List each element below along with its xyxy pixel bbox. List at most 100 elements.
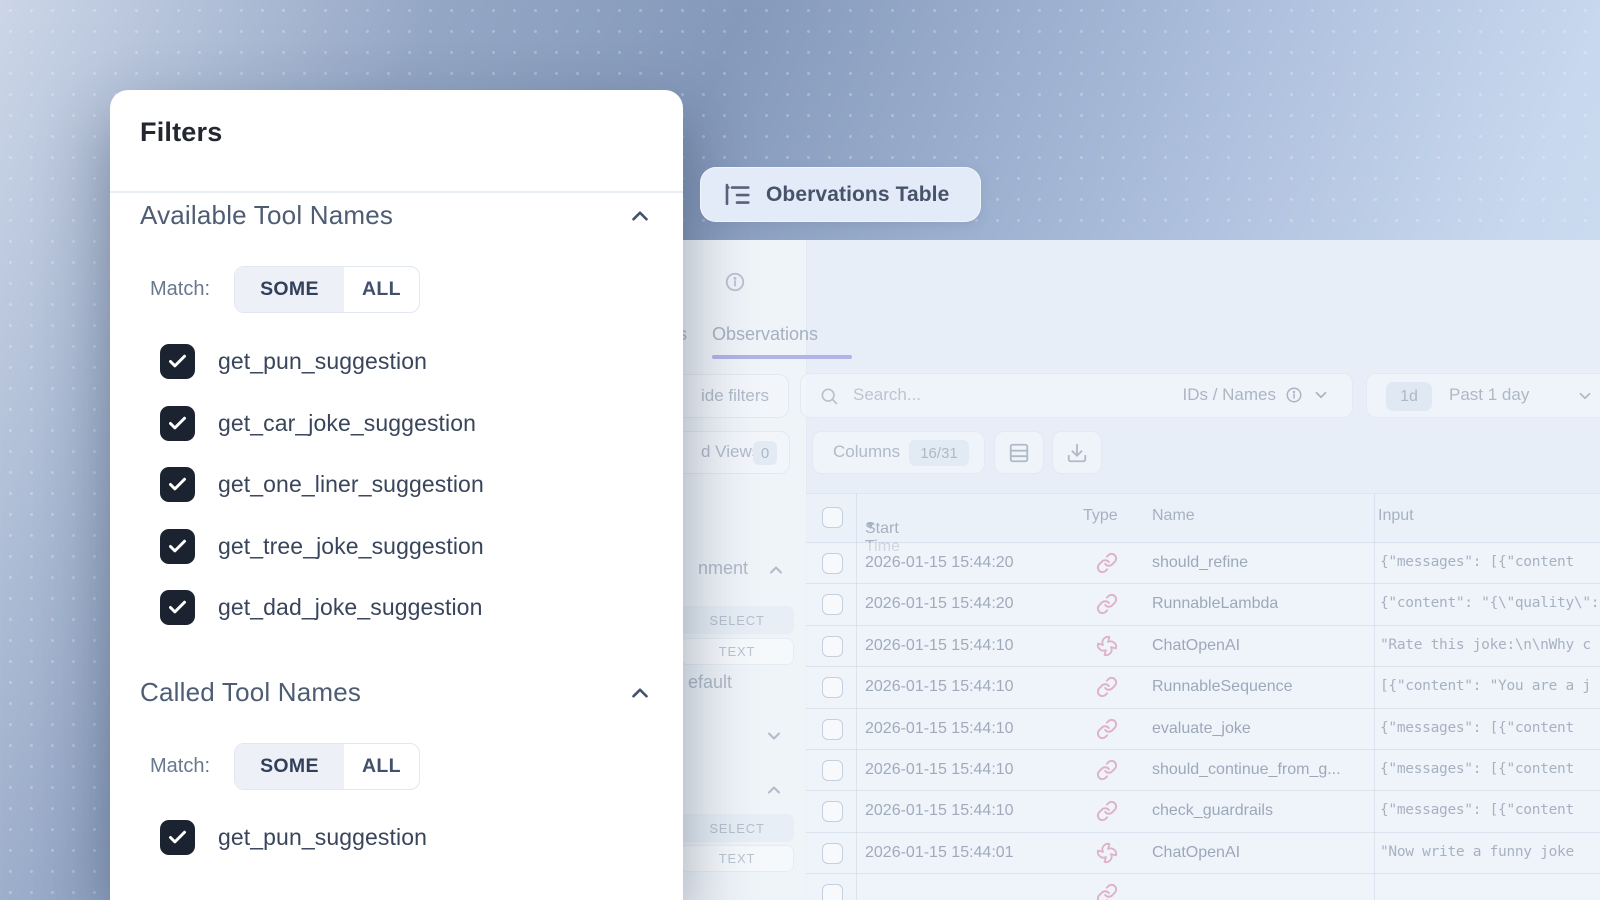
- row-checkbox[interactable]: [822, 594, 843, 615]
- tool-name-option[interactable]: get_car_joke_suggestion: [160, 406, 653, 441]
- row-checkbox[interactable]: [822, 553, 843, 574]
- checkbox-checked[interactable]: [160, 344, 195, 379]
- tool-name-list: get_pun_suggestion: [140, 820, 653, 855]
- observation-type-icon: [1096, 883, 1118, 900]
- check-icon: [167, 474, 188, 495]
- check-icon: [167, 827, 188, 848]
- sidebar-text-toggle[interactable]: TEXT: [680, 638, 794, 665]
- observation-type-icon: [1096, 635, 1118, 657]
- match-some-option[interactable]: SOME: [235, 267, 344, 312]
- cell-name: should_refine: [1152, 554, 1248, 572]
- observations-page: ng s Observations ide filters Search... …: [628, 240, 1600, 900]
- columns-button[interactable]: Columns 16/31: [812, 431, 985, 474]
- column-header-type[interactable]: Type: [1083, 507, 1118, 525]
- cell-start-time: 2026-01-15 15:44:01: [865, 844, 1014, 862]
- info-icon: [724, 271, 746, 293]
- table-row[interactable]: 2026-01-15 15:44:10 ChatOpenAI "Rate thi…: [806, 626, 1600, 667]
- filters-title: Filters: [140, 90, 653, 148]
- tool-name-label: get_one_liner_suggestion: [218, 471, 484, 498]
- row-checkbox[interactable]: [822, 719, 843, 740]
- chevron-down-icon: [1312, 386, 1330, 404]
- link-icon: [1096, 883, 1118, 900]
- chevron-up-icon[interactable]: [627, 203, 653, 229]
- checkbox-checked[interactable]: [160, 406, 195, 441]
- link-icon: [1096, 593, 1118, 615]
- tool-name-option[interactable]: get_dad_joke_suggestion: [160, 590, 653, 625]
- table-row[interactable]: 2026-01-15 15:44:10 RunnableSequence [{"…: [806, 667, 1600, 708]
- check-icon: [167, 351, 188, 372]
- chevron-down-icon[interactable]: [764, 726, 784, 746]
- observation-type-icon: [1096, 593, 1118, 615]
- cell-input: "Rate this joke:\n\nWhy c: [1380, 637, 1591, 653]
- cell-start-time: 2026-01-15 15:44:20: [865, 595, 1014, 613]
- match-mode-toggle: SOME ALL: [234, 743, 420, 790]
- search-input[interactable]: Search... IDs / Names: [800, 373, 1353, 418]
- select-all-checkbox[interactable]: [822, 507, 843, 528]
- table-row[interactable]: 2026-01-15 15:44:01 ChatOpenAI "Now writ…: [806, 833, 1600, 874]
- tool-name-label: get_pun_suggestion: [218, 348, 427, 375]
- chevron-down-icon: [1576, 387, 1594, 405]
- observations-table: Start Time ▼ Type Name Input 2026-01-15 …: [806, 493, 1600, 900]
- match-all-option[interactable]: ALL: [344, 267, 419, 312]
- link-icon: [1096, 800, 1118, 822]
- section-title: Called Tool Names: [140, 677, 361, 708]
- tab-observations[interactable]: Observations: [712, 324, 818, 345]
- table-row[interactable]: 2026-01-15 15:44:20 should_refine {"mess…: [806, 543, 1600, 584]
- cell-name: ChatOpenAI: [1152, 637, 1240, 655]
- tool-name-option[interactable]: get_pun_suggestion: [160, 820, 653, 855]
- fan-icon: [1096, 842, 1118, 864]
- cell-start-time: 2026-01-15 15:44:20: [865, 554, 1014, 572]
- cell-input: {"messages": [{"content: [1380, 802, 1574, 818]
- table-body: 2026-01-15 15:44:20 should_refine {"mess…: [806, 543, 1600, 900]
- row-checkbox[interactable]: [822, 801, 843, 822]
- cell-name: ChatOpenAI: [1152, 844, 1240, 862]
- tool-name-option[interactable]: get_tree_joke_suggestion: [160, 529, 653, 564]
- checkbox-checked[interactable]: [160, 467, 195, 502]
- tool-name-label: get_car_joke_suggestion: [218, 410, 476, 437]
- table-row[interactable]: [806, 874, 1600, 900]
- row-checkbox[interactable]: [822, 636, 843, 657]
- chevron-up-icon[interactable]: [766, 560, 786, 580]
- checkbox-checked[interactable]: [160, 820, 195, 855]
- sidebar-select-toggle[interactable]: SELECT: [680, 606, 794, 634]
- search-scope-dropdown[interactable]: IDs / Names: [1182, 385, 1330, 405]
- row-checkbox[interactable]: [822, 760, 843, 781]
- cell-name: check_guardrails: [1152, 802, 1273, 820]
- export-button[interactable]: [1052, 431, 1102, 474]
- column-header-name[interactable]: Name: [1152, 507, 1195, 525]
- cell-name: should_continue_from_g...: [1152, 761, 1341, 779]
- chevron-up-icon[interactable]: [627, 680, 653, 706]
- tool-name-option[interactable]: get_one_liner_suggestion: [160, 467, 653, 502]
- cell-input: {"messages": [{"content: [1380, 554, 1574, 570]
- sidebar-text-toggle[interactable]: TEXT: [680, 845, 794, 872]
- chevron-up-icon[interactable]: [764, 780, 784, 800]
- tool-name-option[interactable]: get_pun_suggestion: [160, 344, 653, 379]
- table-row[interactable]: 2026-01-15 15:44:10 evaluate_joke {"mess…: [806, 709, 1600, 750]
- tool-name-label: get_dad_joke_suggestion: [218, 594, 482, 621]
- filter-section-available-tool-names: Available Tool Names Match: SOME ALL get…: [140, 200, 653, 625]
- time-range-picker[interactable]: 1d Past 1 day: [1366, 373, 1600, 418]
- search-placeholder: Search...: [853, 385, 921, 405]
- observation-type-icon: [1096, 718, 1118, 740]
- fan-icon: [1096, 635, 1118, 657]
- match-all-option[interactable]: ALL: [344, 744, 419, 789]
- table-row[interactable]: 2026-01-15 15:44:10 should_continue_from…: [806, 750, 1600, 791]
- sidebar-select-toggle[interactable]: SELECT: [680, 814, 794, 842]
- sidebar-item-fragment: efault: [688, 672, 732, 693]
- match-mode-toggle: SOME ALL: [234, 266, 420, 313]
- divider: [110, 191, 683, 193]
- match-some-option[interactable]: SOME: [235, 744, 344, 789]
- cell-name: RunnableLambda: [1152, 595, 1278, 613]
- checkbox-checked[interactable]: [160, 529, 195, 564]
- checkbox-checked[interactable]: [160, 590, 195, 625]
- row-checkbox[interactable]: [822, 677, 843, 698]
- row-height-button[interactable]: [994, 431, 1044, 474]
- table-row[interactable]: 2026-01-15 15:44:10 check_guardrails {"m…: [806, 791, 1600, 832]
- row-checkbox[interactable]: [822, 884, 843, 900]
- observations-table-view-button[interactable]: Obervations Table: [700, 167, 981, 222]
- row-checkbox[interactable]: [822, 843, 843, 864]
- column-header-input[interactable]: Input: [1378, 507, 1414, 525]
- info-icon: [1285, 386, 1303, 404]
- table-row[interactable]: 2026-01-15 15:44:20 RunnableLambda {"con…: [806, 584, 1600, 625]
- match-label: Match:: [150, 755, 234, 778]
